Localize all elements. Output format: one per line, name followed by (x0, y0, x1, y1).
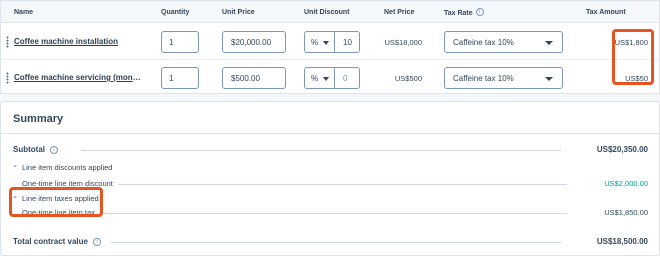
drag-handle-icon[interactable] (6, 36, 9, 48)
discount-type-select[interactable]: % (304, 67, 334, 89)
caret-down-icon (545, 41, 553, 45)
header-name[interactable]: Name (14, 9, 33, 16)
header-tax-amount[interactable]: Tax Amount (586, 9, 626, 16)
chevron-down-icon[interactable]: ⌄ (12, 161, 18, 169)
tax-rate-value: Caffeine tax 10% (453, 74, 514, 83)
net-price: US$500 (394, 74, 422, 83)
info-icon[interactable]: i (50, 145, 58, 154)
leader-line (119, 184, 567, 185)
leader-line (100, 213, 567, 214)
summary-panel: Summary Subtotal i US$20,350.00 ⌄ Line it… (0, 101, 660, 256)
header-tax-rate[interactable]: Tax Rate (444, 10, 473, 17)
caret-down-icon (323, 77, 329, 81)
info-icon[interactable]: i (92, 237, 101, 246)
discount-type-select[interactable]: % (304, 31, 334, 53)
quantity-input[interactable]: 1 (161, 67, 199, 89)
divider (1, 133, 659, 134)
caret-down-icon (323, 41, 329, 45)
onetime-tax-value: US$1,850.00 (604, 208, 648, 217)
quantity-input[interactable]: 1 (161, 31, 199, 53)
discount-value-input[interactable]: 10 (334, 31, 360, 53)
leader-line (111, 242, 561, 243)
table-header: Name Quantity Unit Price Unit Discount N… (1, 1, 659, 23)
info-icon[interactable]: i (475, 8, 484, 16)
subtotal-value: US$20,350.00 (596, 145, 648, 154)
tax-rate-value: Caffeine tax 10% (453, 38, 514, 47)
tax-rate-select[interactable]: Caffeine tax 10% (444, 67, 563, 89)
header-unit-discount[interactable]: Unit Discount (304, 9, 350, 16)
caret-down-icon (545, 77, 553, 81)
subtotal-label: Subtotal (13, 145, 45, 154)
header-tax-rate-group: Tax Rate i (444, 8, 484, 17)
table-row: Coffee machine installation 1 $20,000.00… (1, 24, 659, 60)
total-value: US$18,500.00 (596, 237, 648, 246)
discount-value-input[interactable]: 0 (334, 67, 360, 89)
leader-line (81, 150, 561, 151)
line-item-name-link[interactable]: Coffee machine installation (14, 37, 118, 46)
header-unit-price[interactable]: Unit Price (222, 9, 255, 16)
line-item-name-link[interactable]: Coffee machine servicing (mont… (14, 73, 142, 82)
discount-type-value: % (311, 74, 319, 83)
net-price: US$18,000 (384, 38, 422, 47)
header-quantity[interactable]: Quantity (161, 9, 189, 16)
drag-handle-icon[interactable] (6, 72, 9, 84)
tax-group-highlight (9, 187, 103, 217)
unit-price-input[interactable]: $20,000.00 (222, 31, 286, 53)
unit-price-input[interactable]: $500.00 (222, 67, 286, 89)
table-row: Coffee machine servicing (mont… 1 $500.0… (1, 60, 659, 96)
tax-rate-select[interactable]: Caffeine tax 10% (444, 31, 563, 53)
line-items-table: Name Quantity Unit Price Unit Discount N… (0, 0, 660, 94)
discount-type-value: % (311, 38, 319, 47)
subtotal-label-group: Subtotal i (13, 145, 58, 154)
onetime-discount-value: US$2,000.00 (604, 179, 648, 188)
tax-amount-highlight (612, 29, 654, 85)
summary-title: Summary (13, 113, 64, 125)
header-net-price[interactable]: Net Price (384, 9, 414, 16)
discounts-group-toggle[interactable]: Line item discounts applied (22, 163, 112, 172)
total-label-group: Total contract value i (13, 237, 101, 246)
total-label: Total contract value (13, 237, 88, 246)
